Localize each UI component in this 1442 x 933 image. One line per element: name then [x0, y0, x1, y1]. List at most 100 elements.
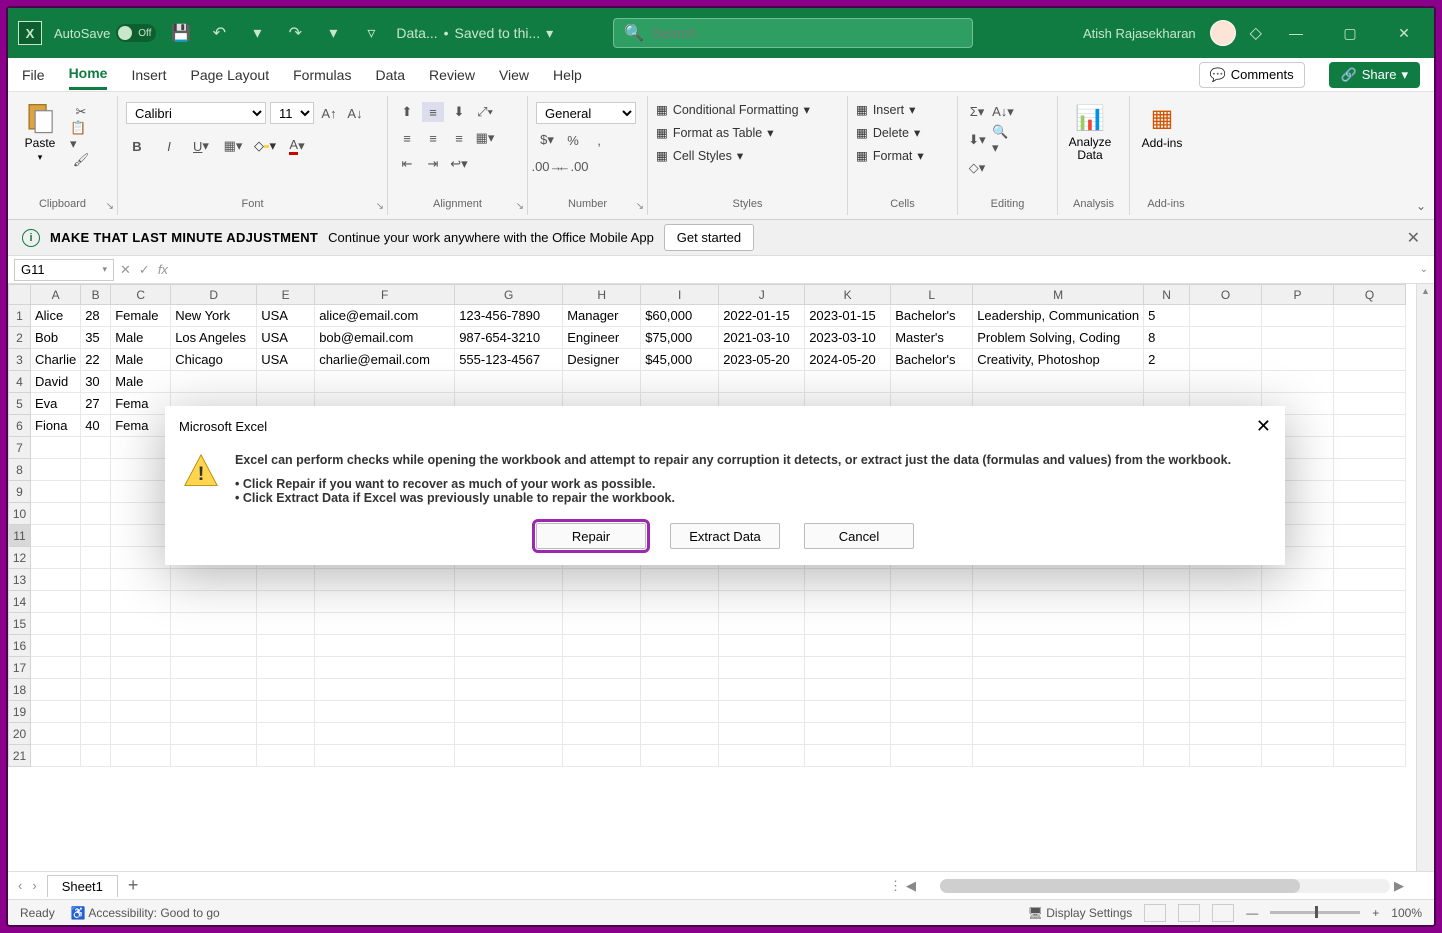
cell[interactable]: [1144, 679, 1190, 701]
cell[interactable]: [1334, 635, 1406, 657]
cell[interactable]: [891, 657, 973, 679]
cell[interactable]: [81, 459, 111, 481]
cell[interactable]: [257, 635, 315, 657]
cell[interactable]: [973, 371, 1144, 393]
cell[interactable]: USA: [257, 305, 315, 327]
cell[interactable]: [641, 745, 719, 767]
cell[interactable]: [111, 613, 171, 635]
row-header[interactable]: 15: [9, 613, 31, 635]
cell[interactable]: [1334, 701, 1406, 723]
cell[interactable]: [171, 613, 257, 635]
cell[interactable]: Leadership, Communication: [973, 305, 1144, 327]
cell[interactable]: [1334, 481, 1406, 503]
cell[interactable]: [805, 613, 891, 635]
cell[interactable]: [973, 635, 1144, 657]
cell[interactable]: [171, 591, 257, 613]
cell[interactable]: [111, 437, 171, 459]
cell[interactable]: [111, 657, 171, 679]
cell[interactable]: [1144, 635, 1190, 657]
format-as-table-button[interactable]: ▦ Format as Table ▾: [656, 125, 774, 140]
cell[interactable]: [171, 569, 257, 591]
prev-sheet-icon[interactable]: ‹: [18, 878, 22, 893]
cell[interactable]: [719, 679, 805, 701]
cell[interactable]: [111, 503, 171, 525]
cell[interactable]: [31, 679, 81, 701]
cell[interactable]: [805, 591, 891, 613]
cell[interactable]: [891, 745, 973, 767]
column-header[interactable]: L: [891, 285, 973, 305]
column-header[interactable]: F: [315, 285, 455, 305]
cell[interactable]: Engineer: [563, 327, 641, 349]
cell[interactable]: [805, 745, 891, 767]
cell[interactable]: Chicago: [171, 349, 257, 371]
cell[interactable]: [1144, 569, 1190, 591]
row-header[interactable]: 3: [9, 349, 31, 371]
cell[interactable]: Male: [111, 371, 171, 393]
cell[interactable]: [1144, 657, 1190, 679]
scroll-left-icon[interactable]: ◀: [906, 878, 916, 894]
row-header[interactable]: 2: [9, 327, 31, 349]
cell[interactable]: [1262, 569, 1334, 591]
formula-input[interactable]: [174, 259, 1414, 281]
cell[interactable]: [257, 591, 315, 613]
cell[interactable]: [973, 701, 1144, 723]
column-header[interactable]: M: [973, 285, 1144, 305]
cell[interactable]: Fiona: [31, 415, 81, 437]
cell[interactable]: [81, 657, 111, 679]
sheet-tab-sheet1[interactable]: Sheet1: [47, 875, 118, 897]
cell[interactable]: Bachelor's: [891, 305, 973, 327]
column-header[interactable]: I: [641, 285, 719, 305]
get-started-button[interactable]: Get started: [664, 224, 754, 251]
cell[interactable]: [257, 569, 315, 591]
cell[interactable]: [31, 547, 81, 569]
column-header[interactable]: P: [1262, 285, 1334, 305]
cell[interactable]: [1334, 327, 1406, 349]
cut-icon[interactable]: ✂: [70, 102, 92, 122]
cell[interactable]: [1190, 635, 1262, 657]
cell[interactable]: [81, 613, 111, 635]
cell[interactable]: [315, 569, 455, 591]
align-center-icon[interactable]: ≡: [422, 128, 444, 148]
cell[interactable]: [455, 371, 563, 393]
format-cells-button[interactable]: ▦ Format ▾: [856, 148, 924, 163]
cell[interactable]: 2: [1144, 349, 1190, 371]
cell[interactable]: [1190, 657, 1262, 679]
cell[interactable]: [455, 613, 563, 635]
cell[interactable]: 2022-01-15: [719, 305, 805, 327]
tab-page-layout[interactable]: Page Layout: [190, 61, 269, 89]
cell[interactable]: [641, 371, 719, 393]
cell[interactable]: [891, 701, 973, 723]
cell[interactable]: [111, 745, 171, 767]
align-bottom-icon[interactable]: ⬇: [448, 102, 470, 122]
cell[interactable]: [719, 635, 805, 657]
cell[interactable]: [973, 723, 1144, 745]
underline-icon[interactable]: U▾: [190, 136, 212, 156]
cell[interactable]: [1334, 525, 1406, 547]
cell[interactable]: [1262, 349, 1334, 371]
zoom-out-icon[interactable]: —: [1246, 906, 1258, 920]
cell[interactable]: [455, 591, 563, 613]
document-name[interactable]: Data... • Saved to thi... ▾: [396, 25, 553, 42]
cell[interactable]: [563, 371, 641, 393]
cell[interactable]: [805, 569, 891, 591]
tab-home[interactable]: Home: [69, 59, 108, 90]
cell[interactable]: [805, 657, 891, 679]
fill-color-icon[interactable]: ◇▾: [254, 136, 276, 156]
cell[interactable]: [973, 613, 1144, 635]
row-header[interactable]: 10: [9, 503, 31, 525]
column-header[interactable]: N: [1144, 285, 1190, 305]
row-header[interactable]: 20: [9, 723, 31, 745]
cell[interactable]: [315, 679, 455, 701]
row-header[interactable]: 6: [9, 415, 31, 437]
cell[interactable]: USA: [257, 327, 315, 349]
cell[interactable]: [31, 481, 81, 503]
cell[interactable]: [171, 371, 257, 393]
tab-help[interactable]: Help: [553, 61, 582, 89]
dialog-launcher-icon[interactable]: ↘: [516, 201, 524, 212]
cell[interactable]: [891, 679, 973, 701]
cell[interactable]: [81, 481, 111, 503]
cell[interactable]: [31, 701, 81, 723]
cancel-button[interactable]: Cancel: [804, 523, 914, 549]
cell[interactable]: Male: [111, 349, 171, 371]
cell[interactable]: 2023-03-10: [805, 327, 891, 349]
